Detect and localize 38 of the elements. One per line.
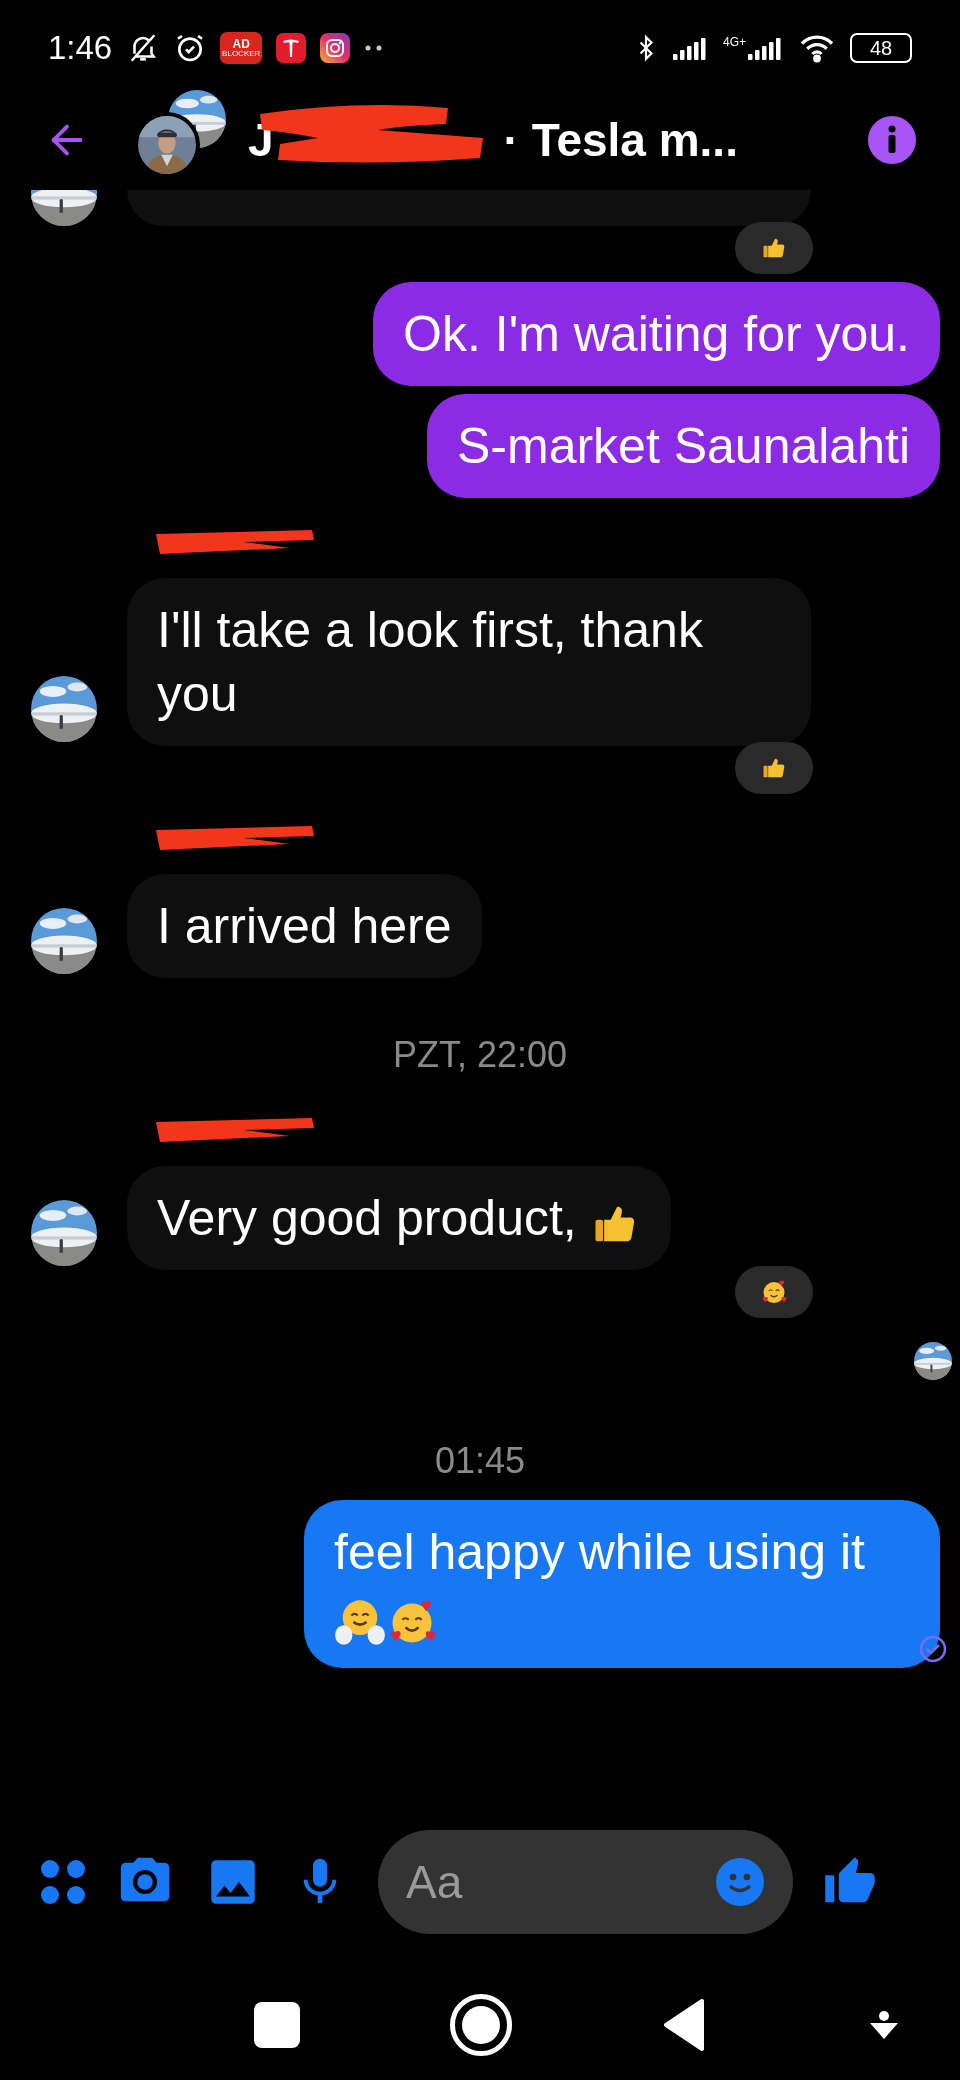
smiling-face-hearts-icon — [760, 1278, 788, 1306]
reaction-pill[interactable] — [735, 222, 813, 274]
info-icon[interactable] — [868, 116, 916, 164]
apps-grid-icon[interactable] — [40, 1859, 86, 1905]
recents-button[interactable] — [254, 2002, 300, 2048]
reaction-pill[interactable] — [735, 1266, 813, 1318]
message-text: feel happy while using it — [334, 1524, 865, 1580]
home-button[interactable] — [450, 1994, 512, 2056]
signal-icon — [748, 36, 784, 60]
message-text: I arrived here — [157, 898, 452, 954]
message-input[interactable]: Aa — [378, 1830, 793, 1934]
timestamp: PZT, 22:00 — [392, 1033, 568, 1077]
camera-app-icon — [320, 33, 351, 63]
accessibility-icon[interactable] — [868, 2009, 900, 2041]
status-time: 1:46 — [48, 28, 113, 69]
network-label: 4G+ — [723, 36, 746, 48]
message-text: S-market Saunalahti — [457, 418, 910, 474]
message-bubble[interactable]: Very good product, — [127, 1166, 671, 1270]
app-icon-sublabel: BLOCKER — [222, 50, 261, 58]
message-bubble[interactable]: I arrived here — [127, 874, 482, 978]
message-bubble[interactable]: feel happy while using it — [304, 1500, 940, 1668]
message-text: I'll take a look first, thank you — [157, 602, 703, 722]
message-text: Very good product, — [157, 1190, 577, 1246]
signal-icon — [673, 36, 709, 60]
timestamp: 01:45 — [434, 1439, 526, 1483]
wifi-icon — [798, 33, 836, 63]
message-bubble[interactable]: S-market Saunalahti — [427, 394, 940, 498]
t-logo-app-icon — [276, 33, 307, 63]
reaction-pill[interactable] — [735, 742, 813, 794]
message-text: Ok. I'm waiting for you. — [403, 306, 910, 362]
message-input[interactable]: Aa — [406, 1847, 715, 1917]
chat-title[interactable]: · Tesla m... — [503, 105, 738, 175]
back-triangle-icon[interactable] — [662, 1998, 706, 2052]
message-bubble[interactable]: I'll take a look first, thank you — [127, 578, 811, 746]
emoji-icon[interactable] — [715, 1857, 765, 1907]
app-icon-label: AD — [232, 38, 250, 50]
battery-indicator: 48 — [850, 33, 912, 63]
message-bubble[interactable]: Ok. I'm waiting for you. — [373, 282, 940, 386]
